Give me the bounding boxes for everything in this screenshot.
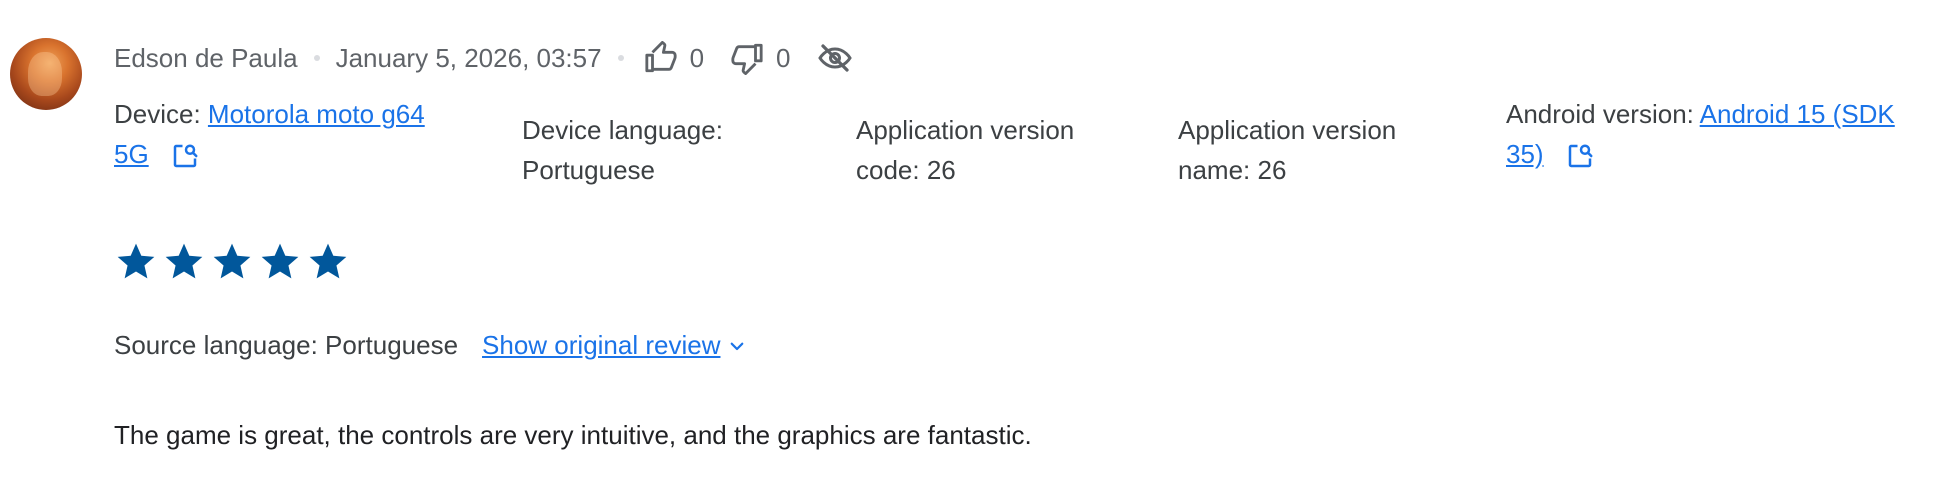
device-language-line1: Device language:	[522, 115, 723, 145]
review-date: January 5, 2026, 03:57	[335, 42, 602, 73]
thumbs-down-icon	[731, 43, 763, 75]
android-version-field: Android version: Android 15 (SDK 35)	[1506, 94, 1946, 174]
device-name-link-continued[interactable]: 5G	[114, 139, 149, 169]
separator-dot	[313, 55, 320, 61]
review-text: The game is great, the controls are very…	[114, 420, 1032, 450]
device-line2: 5G	[114, 134, 494, 174]
star-rating	[114, 240, 350, 284]
star-icon	[309, 243, 347, 279]
app-version-name-line2: name: 26	[1178, 155, 1287, 185]
open-external-icon[interactable]	[1565, 141, 1595, 171]
device-name-link[interactable]: Motorola moto g64	[208, 99, 425, 129]
app-version-code-line1: Application version	[856, 115, 1075, 145]
open-external-icon[interactable]	[170, 141, 200, 171]
android-version-link-continued[interactable]: 35)	[1506, 139, 1544, 169]
hide-review-button[interactable]	[817, 40, 853, 76]
android-version-line2: 35)	[1506, 134, 1946, 174]
eye-off-icon	[817, 44, 852, 72]
source-language-label: Source language: Portuguese	[114, 330, 459, 360]
review-meta-row: Edson de Paula January 5, 2026, 03:57 0 …	[114, 38, 853, 78]
device-language-field: Device language: Portuguese	[522, 110, 723, 190]
device-label: Device:	[114, 99, 208, 129]
star-icon	[117, 243, 155, 279]
author-name: Edson de Paula	[114, 42, 298, 73]
avatar	[10, 38, 82, 110]
device-line1: Device: Motorola moto g64	[114, 94, 494, 134]
app-version-name-line1: Application version	[1178, 115, 1397, 145]
chevron-down-icon[interactable]	[728, 337, 746, 355]
separator-dot	[617, 55, 624, 61]
thumbs-up-count: 0	[689, 42, 705, 73]
android-version-line1: Android version: Android 15 (SDK	[1506, 94, 1946, 134]
show-original-review-link[interactable]: Show original review	[482, 330, 720, 361]
device-field: Device: Motorola moto g64 5G	[114, 94, 494, 174]
android-version-link[interactable]: Android 15 (SDK	[1700, 99, 1895, 129]
star-icon	[213, 243, 251, 279]
source-language-row: Source language: Portuguese Show origina…	[114, 330, 746, 361]
app-version-name-field: Application version name: 26	[1178, 110, 1396, 190]
thumbs-down-count: 0	[776, 42, 791, 73]
device-language-line2: Portuguese	[522, 155, 655, 185]
app-version-code-line2: code: 26	[856, 155, 956, 185]
star-icon	[261, 243, 299, 279]
thumbs-up-button[interactable]: 0	[644, 41, 704, 75]
thumbs-down-button[interactable]: 0	[730, 41, 791, 75]
thumbs-up-icon	[644, 41, 677, 73]
app-version-code-field: Application version code: 26	[856, 110, 1074, 190]
android-version-label: Android version:	[1506, 99, 1700, 129]
star-icon	[165, 243, 203, 279]
